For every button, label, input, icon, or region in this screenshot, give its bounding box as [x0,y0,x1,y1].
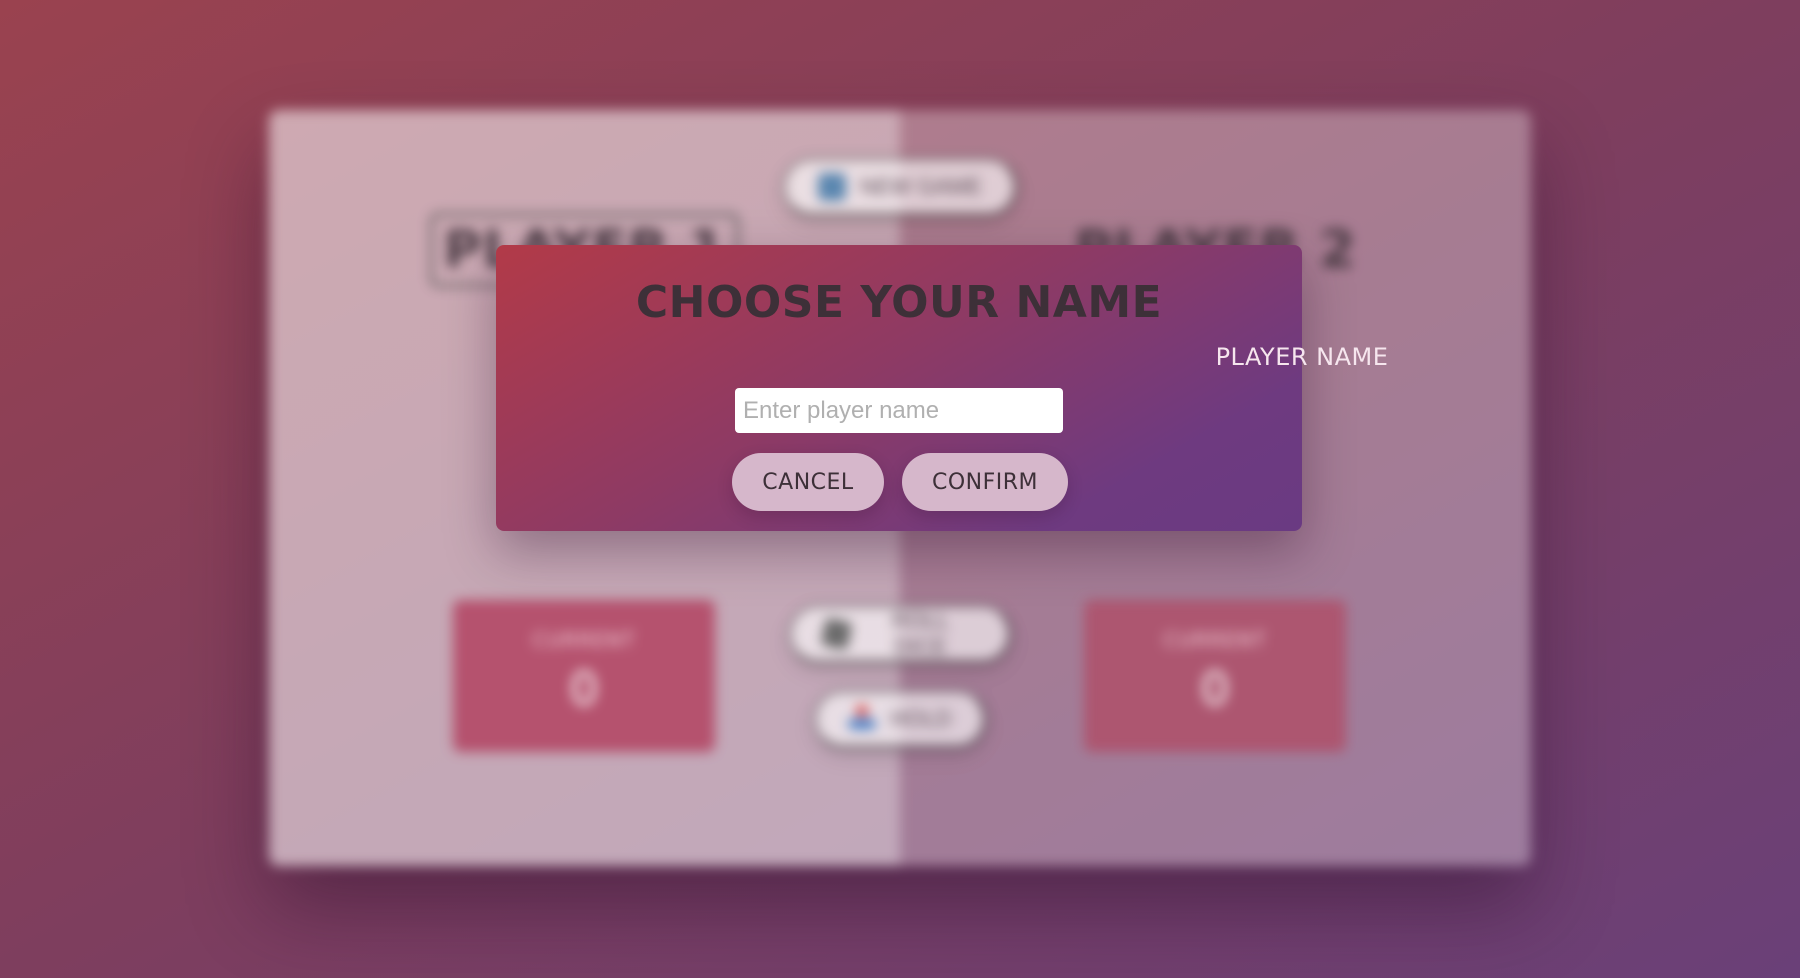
confirm-button[interactable]: CONFIRM [902,453,1068,511]
roll-dice-button[interactable]: ROLL DICE [789,605,1011,663]
player-2-current-label: CURRENT [1163,628,1267,652]
player-1-current-label: CURRENT [532,628,636,652]
checkbox-icon [817,173,846,201]
modal-title: CHOOSE YOUR NAME [635,277,1163,328]
hold-label: HOLD [890,706,952,731]
choose-name-modal: CHOOSE YOUR NAME PLAYER NAME CANCEL CONF… [496,245,1388,531]
player-1-current-box: CURRENT 0 [453,600,715,752]
player-name-label: PLAYER NAME [1215,343,1389,371]
player-name-input[interactable] [735,388,1063,433]
hold-icon [848,705,877,733]
hold-button[interactable]: HOLD [814,690,986,748]
dice-icon [820,617,853,651]
new-game-button[interactable]: NEW GAME [783,158,1017,216]
new-game-label: NEW GAME [859,174,983,199]
roll-dice-label: ROLL DICE [891,608,950,659]
player-2-current-box: CURRENT 0 [1084,600,1346,752]
cancel-button[interactable]: CANCEL [732,453,884,511]
player-2-current-score: 0 [1200,662,1230,716]
player-1-current-score: 0 [569,662,599,716]
